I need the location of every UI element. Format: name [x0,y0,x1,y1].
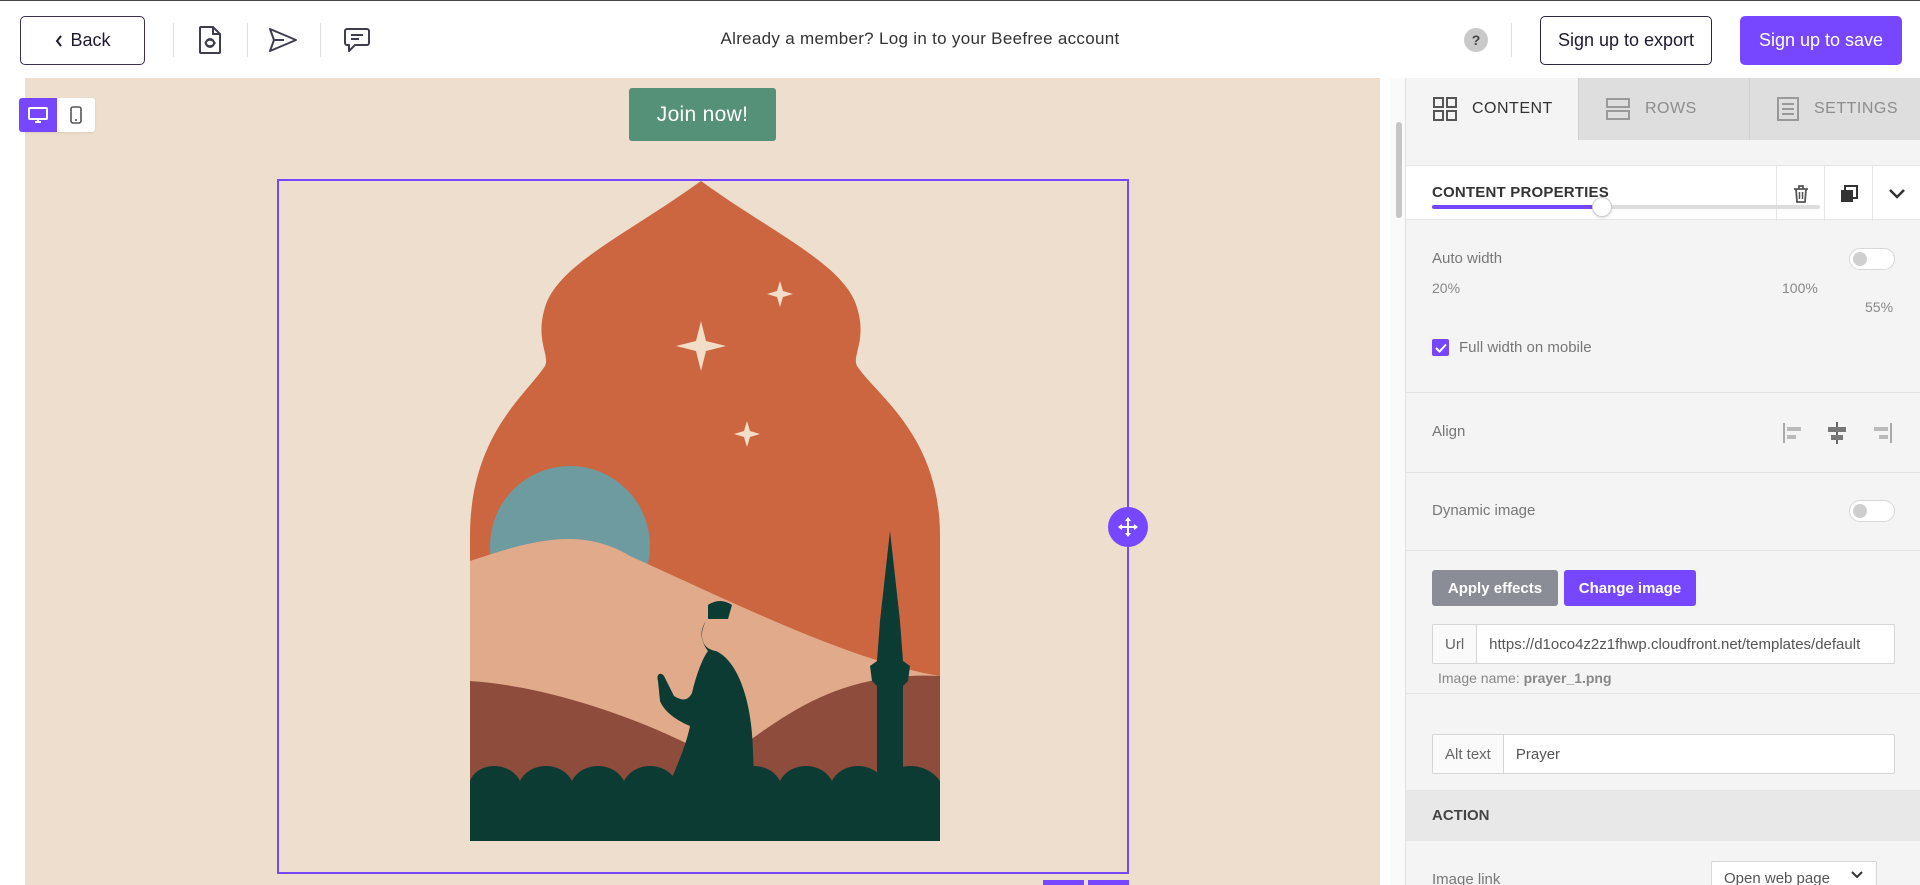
send-icon[interactable] [266,23,300,57]
duplicate-button[interactable] [1824,166,1872,221]
alt-text-field: Alt text [1432,734,1895,774]
prayer-illustration [470,181,940,841]
align-left-icon[interactable] [1781,420,1807,446]
desktop-view-button[interactable] [19,98,57,132]
change-image-button[interactable]: Change image [1564,570,1696,606]
selected-image-block[interactable] [277,179,1129,874]
divider [173,23,174,57]
document-preview-icon[interactable] [193,23,227,57]
action-header-label: ACTION [1432,807,1490,824]
properties-panel: CONTENT ROWS SETTINGS CONTENT PROPERTIES… [1405,78,1920,885]
sign-up-export-button[interactable]: Sign up to export [1540,16,1712,65]
tab-rows-label: ROWS [1645,100,1697,117]
apply-effects-button[interactable]: Apply effects [1432,570,1558,606]
url-input[interactable] [1477,625,1894,663]
width-max-label: 100% [1782,280,1818,296]
chevron-down-icon [1888,188,1905,199]
auto-width-toggle[interactable] [1849,248,1895,270]
join-now-button[interactable]: Join now! [629,88,776,141]
top-bar: Back Already a member? Log in to your Be… [0,0,1920,78]
login-prompt-link[interactable]: Already a member? Log in to your Beefree… [600,29,1240,49]
align-center-icon[interactable] [1824,420,1850,446]
full-width-mobile-label: Full width on mobile [1459,339,1592,356]
mobile-view-button[interactable] [57,98,95,132]
checkmark-icon [1434,343,1447,353]
width-value: 55% [1865,299,1894,315]
action-header: ACTION [1406,791,1920,841]
content-properties-header: CONTENT PROPERTIES [1406,165,1920,221]
tab-settings[interactable]: SETTINGS [1750,78,1920,140]
grid-icon [1433,97,1457,121]
back-button-label: Back [70,30,111,50]
move-handle[interactable] [1108,507,1148,547]
canvas-scroll-thumb[interactable] [1396,122,1402,218]
width-min-label: 20% [1432,280,1461,296]
link-type-select[interactable]: Open web page [1711,861,1877,885]
chevron-down-icon [1851,871,1863,879]
image-name: Image name: prayer_1.png [1438,670,1612,686]
sign-up-save-button[interactable]: Sign up to save [1740,16,1902,65]
url-field: Url [1432,624,1895,664]
divider [320,23,321,57]
editor-canvas: Join now! [0,78,1405,885]
auto-width-label: Auto width [1432,250,1503,267]
dynamic-image-toggle[interactable] [1849,500,1895,522]
mobile-icon [70,106,82,124]
view-mode-toggle [19,98,95,132]
width-slider-fill [1432,205,1602,209]
image-name-value: prayer_1.png [1523,670,1612,686]
back-button[interactable]: Back [20,16,145,65]
alt-text-prefix: Alt text [1433,735,1504,773]
panel-tabs: CONTENT ROWS SETTINGS [1406,78,1920,140]
divider [247,23,248,57]
trash-icon [1793,184,1808,203]
dynamic-image-label: Dynamic image [1432,502,1536,519]
image-link-label: Image link [1432,871,1501,885]
align-right-icon[interactable] [1868,420,1894,446]
link-type-value: Open web page [1724,870,1830,885]
delete-button[interactable] [1776,166,1824,221]
content-properties-title: CONTENT PROPERTIES [1432,184,1609,201]
alt-text-input[interactable] [1503,735,1894,773]
image-name-label: Image name: [1438,670,1520,686]
full-width-mobile-checkbox[interactable] [1432,339,1449,356]
chevron-left-icon [56,34,63,47]
help-icon[interactable]: ? [1464,28,1488,52]
rows-icon [1606,98,1630,120]
settings-list-icon [1777,97,1799,121]
align-label: Align [1432,423,1466,440]
url-prefix: Url [1433,625,1478,663]
collapse-button[interactable] [1872,166,1920,221]
block-toolbar-tabs [1043,880,1129,885]
width-slider[interactable] [1432,197,1820,217]
duplicate-icon [1840,184,1858,202]
desktop-icon [28,107,48,123]
width-slider-handle[interactable] [1591,197,1612,217]
tab-content-label: CONTENT [1472,100,1553,117]
tab-settings-label: SETTINGS [1814,100,1899,117]
tab-content[interactable]: CONTENT [1406,78,1579,140]
move-arrows-icon [1118,517,1138,537]
width-section [1406,220,1920,393]
comment-icon[interactable] [340,23,374,57]
tab-rows[interactable]: ROWS [1579,78,1750,140]
divider [1511,23,1512,57]
